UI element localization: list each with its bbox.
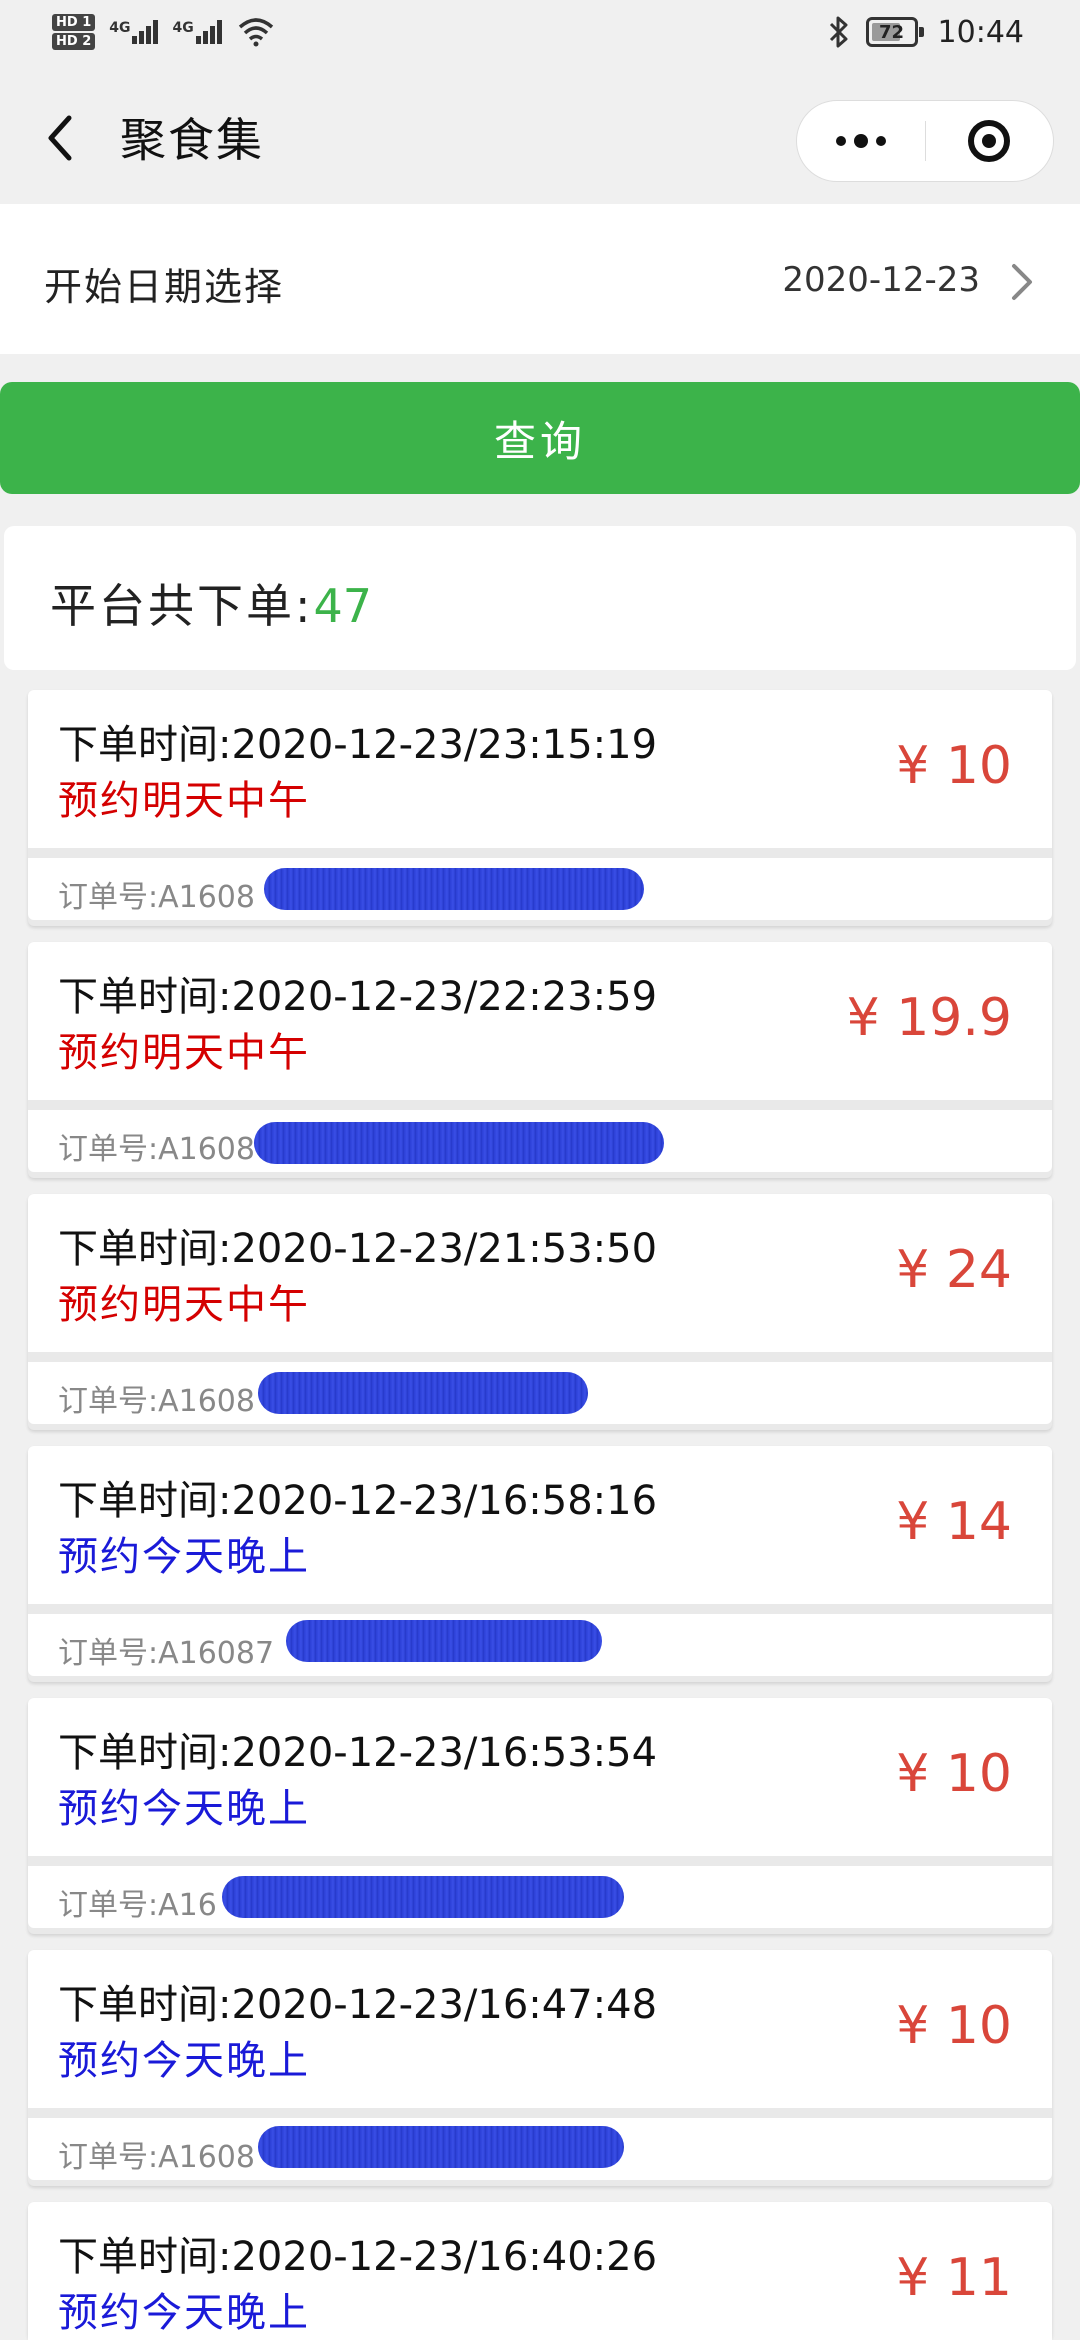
- redaction-scribble: [258, 1372, 588, 1414]
- order-card[interactable]: 下单时间:2020-12-23/16:53:54 预约今天晚上 ¥ 10 订单号…: [28, 1698, 1052, 1934]
- order-number-row: 订单号:A1608: [28, 1110, 1052, 1172]
- status-bar: HD 1 HD 2 4G 4G 72 10:44: [0, 0, 1080, 72]
- order-main: 下单时间:2020-12-23/21:53:50 预约明天中午 ¥ 24: [28, 1194, 1052, 1352]
- order-number: 订单号:A16087: [58, 1636, 275, 1671]
- wifi-icon: [238, 18, 273, 47]
- summary-label: 平台共下单:: [50, 579, 314, 633]
- order-slot: 预约明天中午: [58, 1030, 310, 1076]
- order-slot: 预约明天中午: [58, 1282, 310, 1328]
- order-main: 下单时间:2020-12-23/16:58:16 预约今天晚上 ¥ 14: [28, 1446, 1052, 1604]
- signal-bar: [216, 20, 222, 44]
- order-price: ¥ 11: [896, 2248, 1012, 2308]
- more-button[interactable]: [797, 101, 925, 181]
- signal-bar: [153, 20, 159, 44]
- bluetooth-icon: [829, 16, 848, 48]
- order-slot: 预约明天中午: [58, 778, 310, 824]
- order-number: 订单号:A1608: [58, 1132, 255, 1167]
- battery-icon: 72: [865, 17, 924, 47]
- order-slot: 预约今天晚上: [58, 2038, 310, 2084]
- order-main: 下单时间:2020-12-23/23:15:19 预约明天中午 ¥ 10: [28, 690, 1052, 848]
- back-button[interactable]: [30, 108, 90, 168]
- start-date-picker[interactable]: 开始日期选择 2020-12-23: [0, 204, 1080, 354]
- date-picker-label: 开始日期选择: [44, 265, 285, 309]
- order-time: 下单时间:2020-12-23/21:53:50: [58, 1226, 658, 1272]
- order-time: 下单时间:2020-12-23/16:47:48: [58, 1982, 658, 2028]
- hd-badges: HD 1 HD 2: [52, 14, 96, 50]
- order-time: 下单时间:2020-12-23/23:15:19: [58, 722, 658, 768]
- page-title: 聚食集: [120, 113, 264, 167]
- hd2-badge: HD 2: [52, 33, 96, 50]
- order-number-row: 订单号:A16: [28, 1866, 1052, 1928]
- signal-bar: [146, 26, 152, 44]
- order-main: 下单时间:2020-12-23/22:23:59 预约明天中午 ¥ 19.9: [28, 942, 1052, 1100]
- signal-bar: [195, 36, 201, 44]
- close-button[interactable]: [926, 101, 1054, 181]
- order-number: 订单号:A1608: [58, 880, 255, 915]
- battery-text: 72: [879, 21, 905, 43]
- order-main: 下单时间:2020-12-23/16:53:54 预约今天晚上 ¥ 10: [28, 1698, 1052, 1856]
- order-price: ¥ 19.9: [846, 988, 1012, 1048]
- order-card[interactable]: 下单时间:2020-12-23/16:47:48 预约今天晚上 ¥ 10 订单号…: [28, 1950, 1052, 2186]
- order-time: 下单时间:2020-12-23/16:40:26: [58, 2234, 658, 2280]
- order-count: 47: [313, 579, 373, 633]
- order-price: ¥ 24: [896, 1240, 1012, 1300]
- order-number: 订单号:A1608: [58, 1384, 255, 1419]
- order-number-row: 订单号:A1608: [28, 1362, 1052, 1424]
- more-dots-icon: [835, 134, 886, 148]
- order-number-row: 订单号:A1608: [28, 2118, 1052, 2180]
- order-card[interactable]: 下单时间:2020-12-23/16:40:26 预约今天晚上 ¥ 11: [28, 2202, 1052, 2340]
- query-button-label: 查询: [493, 416, 586, 466]
- order-price: ¥ 14: [896, 1492, 1012, 1552]
- redaction-scribble: [254, 1122, 664, 1164]
- order-number-row: 订单号:A1608: [28, 858, 1052, 920]
- dot: [875, 136, 886, 146]
- mini-program-capsule: [796, 100, 1054, 182]
- order-slot: 预约今天晚上: [58, 1534, 310, 1580]
- order-price: ¥ 10: [896, 1744, 1012, 1804]
- signal-icon: 4G: [109, 20, 159, 44]
- redaction-scribble: [258, 2126, 624, 2168]
- network-label: 4G: [109, 20, 131, 36]
- nav-bar: 聚食集: [0, 72, 1080, 204]
- signal-bar: [139, 31, 145, 44]
- target-center: [982, 134, 997, 148]
- status-right: 72 10:44: [826, 14, 1024, 50]
- chevron-left-icon: [48, 115, 72, 161]
- dot: [835, 136, 846, 146]
- order-card[interactable]: 下单时间:2020-12-23/16:58:16 预约今天晚上 ¥ 14 订单号…: [28, 1446, 1052, 1682]
- order-number: 订单号:A16: [58, 1888, 217, 1923]
- order-time: 下单时间:2020-12-23/16:53:54: [58, 1730, 658, 1776]
- order-card[interactable]: 下单时间:2020-12-23/22:23:59 预约明天中午 ¥ 19.9 订…: [28, 942, 1052, 1178]
- query-button[interactable]: 查询: [0, 382, 1080, 494]
- signal-bar: [202, 31, 208, 44]
- order-price: ¥ 10: [896, 736, 1012, 796]
- chevron-right-icon: [1012, 264, 1032, 300]
- order-time: 下单时间:2020-12-23/16:58:16: [58, 1478, 658, 1524]
- order-slot: 预约今天晚上: [58, 1786, 310, 1832]
- order-main: 下单时间:2020-12-23/16:40:26 预约今天晚上 ¥ 11: [28, 2202, 1052, 2340]
- order-main: 下单时间:2020-12-23/16:47:48 预约今天晚上 ¥ 10: [28, 1950, 1052, 2108]
- hd1-badge: HD 1: [52, 14, 96, 31]
- order-number-row: 订单号:A16087: [28, 1614, 1052, 1676]
- order-card[interactable]: 下单时间:2020-12-23/21:53:50 预约明天中午 ¥ 24 订单号…: [28, 1194, 1052, 1430]
- redaction-scribble: [222, 1876, 624, 1918]
- signal-bar: [132, 36, 138, 44]
- target-icon: [968, 120, 1011, 162]
- order-summary-card: 平台共下单:47: [4, 526, 1076, 670]
- signal-icon: 4G: [172, 20, 222, 44]
- order-price: ¥ 10: [896, 1996, 1012, 2056]
- status-left: HD 1 HD 2 4G 4G: [52, 14, 274, 50]
- signal-bar: [209, 26, 215, 44]
- redaction-scribble: [286, 1620, 602, 1662]
- order-card[interactable]: 下单时间:2020-12-23/23:15:19 预约明天中午 ¥ 10 订单号…: [28, 690, 1052, 926]
- order-number: 订单号:A1608: [58, 2140, 255, 2175]
- order-time: 下单时间:2020-12-23/22:23:59: [58, 974, 658, 1020]
- order-slot: 预约今天晚上: [58, 2290, 310, 2336]
- dot: [853, 134, 868, 148]
- order-summary: 平台共下单:47: [50, 570, 372, 636]
- redaction-scribble: [264, 868, 644, 910]
- clock: 10:44: [937, 14, 1024, 50]
- network-label: 4G: [172, 20, 194, 36]
- date-picker-value: 2020-12-23: [782, 260, 980, 300]
